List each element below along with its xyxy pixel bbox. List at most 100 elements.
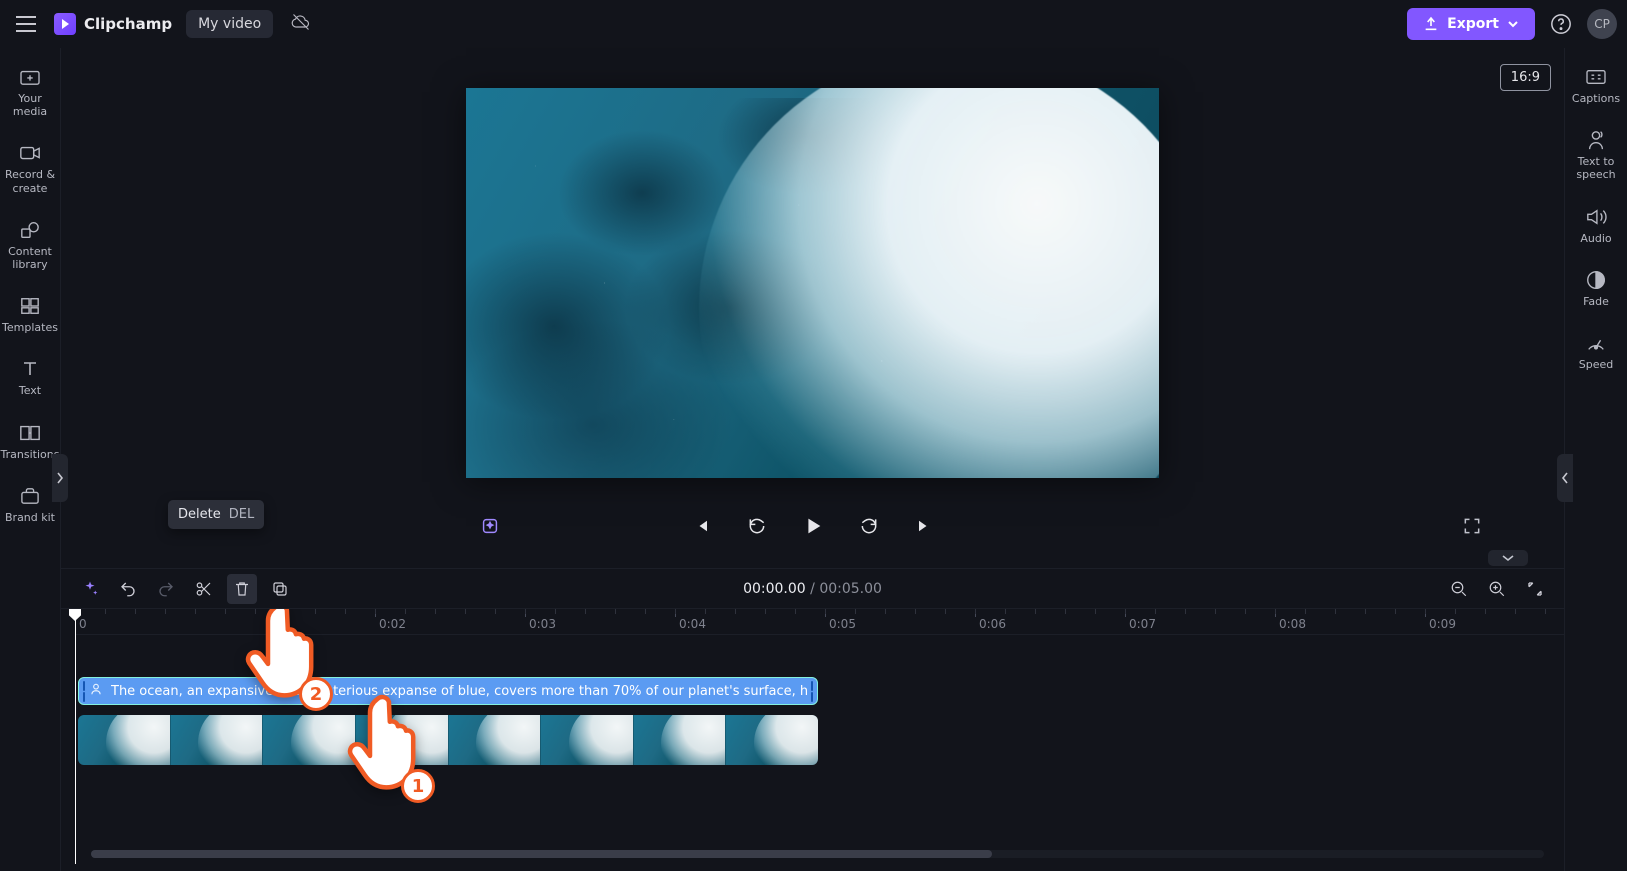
speedometer-icon [1585,332,1607,354]
sidebar-item-label: Your media [0,92,60,118]
ruler-tick: 0:08 [1279,617,1306,631]
menu-button[interactable] [6,4,46,44]
redo-button[interactable] [151,574,181,604]
app-name: Clipchamp [84,15,172,33]
sidebar-item-label: Text [19,384,41,397]
sidebar-item-text[interactable]: Text [0,350,60,409]
tooltip-kbd: DEL [229,507,254,522]
zoom-in-button[interactable] [1482,574,1512,604]
ruler-tick: 0:06 [979,617,1006,631]
app-header: Clipchamp My video Export CP [0,0,1627,48]
right-rail: Captions Text to speech Audio Fade Speed [1564,48,1627,871]
logo-icon [54,13,76,35]
export-label: Export [1447,16,1499,32]
sidebar-item-your-media[interactable]: Your media [0,58,60,130]
rewind-10-button[interactable] [743,512,771,540]
clip-handle-right[interactable] [809,680,815,702]
sidebar-item-brand-kit[interactable]: Brand kit [0,477,60,536]
forward-10-button[interactable] [855,512,883,540]
app-logo: Clipchamp [54,13,172,35]
sidebar-item-record-create[interactable]: Record & create [0,134,60,206]
tts-clip-text: The ocean, an expansive and mysterious e… [111,684,807,699]
center-column: 16:9 [61,48,1564,871]
sidebar-item-content-library[interactable]: Content library [0,211,60,283]
tooltip-label: Delete [178,507,221,522]
sidebar-item-label: Transitions [1,448,60,461]
transitions-icon [19,422,41,444]
brand-kit-icon [19,485,41,507]
tts-icon [1586,129,1606,151]
play-button[interactable] [799,512,827,540]
video-clip[interactable] [78,715,818,765]
zoom-out-button[interactable] [1444,574,1474,604]
aspect-ratio-chip[interactable]: 16:9 [1500,64,1551,91]
sidebar-item-label: Speed [1579,358,1613,371]
ruler-tick: 0:04 [679,617,706,631]
left-rail-expand[interactable] [52,454,68,502]
sidebar-item-audio[interactable]: Audio [1565,200,1627,255]
ruler-tick: 0:05 [829,617,856,631]
ruler-tick: 0:02 [379,617,406,631]
export-button[interactable]: Export [1407,8,1535,40]
sidebar-item-label: Brand kit [5,511,55,524]
annotation-hand-1: 1 [343,691,433,801]
clip-handle-left[interactable] [81,680,87,702]
shapes-icon [19,219,41,241]
sidebar-item-fade[interactable]: Fade [1565,263,1627,318]
captions-icon [1585,66,1607,88]
sidebar-item-transitions[interactable]: Transitions [0,414,60,473]
annotation-hand-2: 2 [241,608,331,709]
fade-icon [1585,269,1607,291]
skip-start-button[interactable] [687,512,715,540]
scrollbar-thumb[interactable] [91,850,992,858]
cloud-sync-off-icon[interactable] [291,12,311,36]
tts-voice-icon [89,682,103,700]
sidebar-item-label: Content library [0,245,60,271]
sidebar-item-speed[interactable]: Speed [1565,326,1627,381]
skip-end-button[interactable] [911,512,939,540]
timeline-toolbar: 00:00.00 / 00:05.00 [61,568,1564,608]
delete-tooltip: Delete DEL [168,500,264,529]
ai-magic-button[interactable] [75,574,105,604]
time-current: 00:00.00 [743,581,806,597]
sidebar-item-label: Text to speech [1565,155,1627,181]
time-total: 00:05.00 [819,581,882,597]
fit-timeline-button[interactable] [1520,574,1550,604]
avatar[interactable]: CP [1587,9,1617,39]
collapse-timeline-row [61,548,1564,568]
undo-button[interactable] [113,574,143,604]
playhead[interactable] [75,609,76,864]
plus-folder-icon [19,66,41,88]
split-button[interactable] [189,574,219,604]
ruler-tick: 0:03 [529,617,556,631]
preview-area [61,48,1564,482]
text-icon [20,358,40,380]
collapse-timeline-button[interactable] [1488,550,1528,566]
ai-sparkle-icon[interactable] [476,512,504,540]
sidebar-item-templates[interactable]: Templates [0,287,60,346]
timeline-scrollbar[interactable] [91,850,1544,858]
sidebar-item-label: Templates [2,321,58,334]
main-row: Your media Record & create Content libra… [0,48,1627,871]
timeline[interactable]: 0 0:02 0:03 0:04 0:05 0:06 0:07 0:08 0:0… [61,608,1564,864]
right-rail-expand[interactable] [1557,454,1573,502]
annotation-badge: 1 [401,769,435,803]
camcorder-icon [19,142,41,164]
tts-audio-clip[interactable]: The ocean, an expansive and mysterious e… [78,677,818,705]
sidebar-item-label: Captions [1572,92,1620,105]
sidebar-item-captions[interactable]: Captions [1565,60,1627,115]
transport-bar [61,504,1564,548]
sidebar-item-label: Audio [1580,232,1611,245]
left-rail: Your media Record & create Content libra… [0,48,61,871]
sidebar-item-tts[interactable]: Text to speech [1565,123,1627,191]
duplicate-button[interactable] [265,574,295,604]
sidebar-item-label: Fade [1583,295,1609,308]
project-name-input[interactable]: My video [186,10,273,38]
video-preview[interactable] [466,88,1159,478]
ruler-tick: 0:09 [1429,617,1456,631]
delete-button[interactable] [227,574,257,604]
fullscreen-button[interactable] [1458,512,1486,540]
time-display: 00:00.00 / 00:05.00 [743,581,882,597]
sidebar-item-label: Record & create [0,168,60,194]
help-button[interactable] [1543,6,1579,42]
